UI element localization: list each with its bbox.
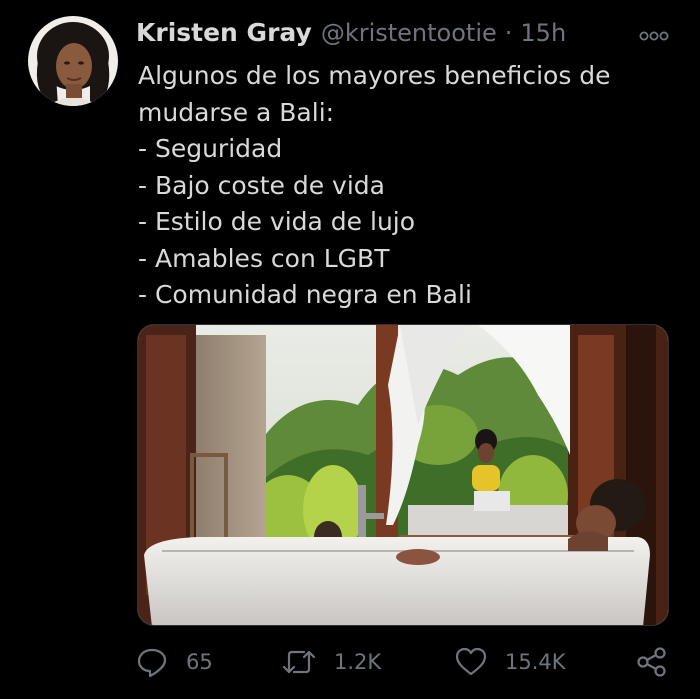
share-icon <box>637 647 666 677</box>
more-options-button[interactable] <box>636 24 672 48</box>
timestamp[interactable]: 15h <box>520 19 566 47</box>
tweet[interactable]: Kristen Gray @kristentootie · 15h Alguno… <box>0 0 700 699</box>
user-handle[interactable]: @kristentootie <box>321 19 497 47</box>
tweet-text-line: - Bajo coste de vida <box>138 170 385 200</box>
retweet-button[interactable]: 1.2K <box>282 640 381 684</box>
heart-icon <box>455 647 487 676</box>
like-count: 15.4K <box>505 650 566 674</box>
retweet-count: 1.2K <box>334 650 382 674</box>
tweet-text-line: Algunos de los mayores beneficios de <box>138 61 611 90</box>
tweet-text-line: - Seguridad <box>138 134 283 163</box>
tweet-text-line: - Estilo de vida de lujo <box>138 207 416 236</box>
avatar[interactable] <box>28 16 118 106</box>
share-button[interactable] <box>636 640 668 684</box>
display-name[interactable]: Kristen Gray <box>136 18 312 47</box>
tweet-text-line: - Comunidad negra en Bali <box>138 280 472 309</box>
separator-dot: · <box>504 19 513 47</box>
reply-button[interactable]: 65 <box>136 640 213 684</box>
tweet-text-line: mudarse a Bali: <box>138 97 335 127</box>
reply-count: 65 <box>186 650 213 674</box>
tweet-photo[interactable] <box>137 324 669 626</box>
tweet-actions: 65 1.2K 15.4K <box>136 640 676 684</box>
like-button[interactable]: 15.4K <box>455 640 566 684</box>
more-horizontal-icon <box>639 31 669 41</box>
tweet-text-line: - Amables con LGBT <box>138 243 390 273</box>
reply-icon <box>137 648 167 678</box>
retweet-icon <box>282 650 316 674</box>
tweet-text: Algunos de los mayores beneficios de mud… <box>138 58 658 314</box>
bathtub-jungle-photo <box>138 325 668 625</box>
tweet-header: Kristen Gray @kristentootie · 15h <box>136 18 566 54</box>
